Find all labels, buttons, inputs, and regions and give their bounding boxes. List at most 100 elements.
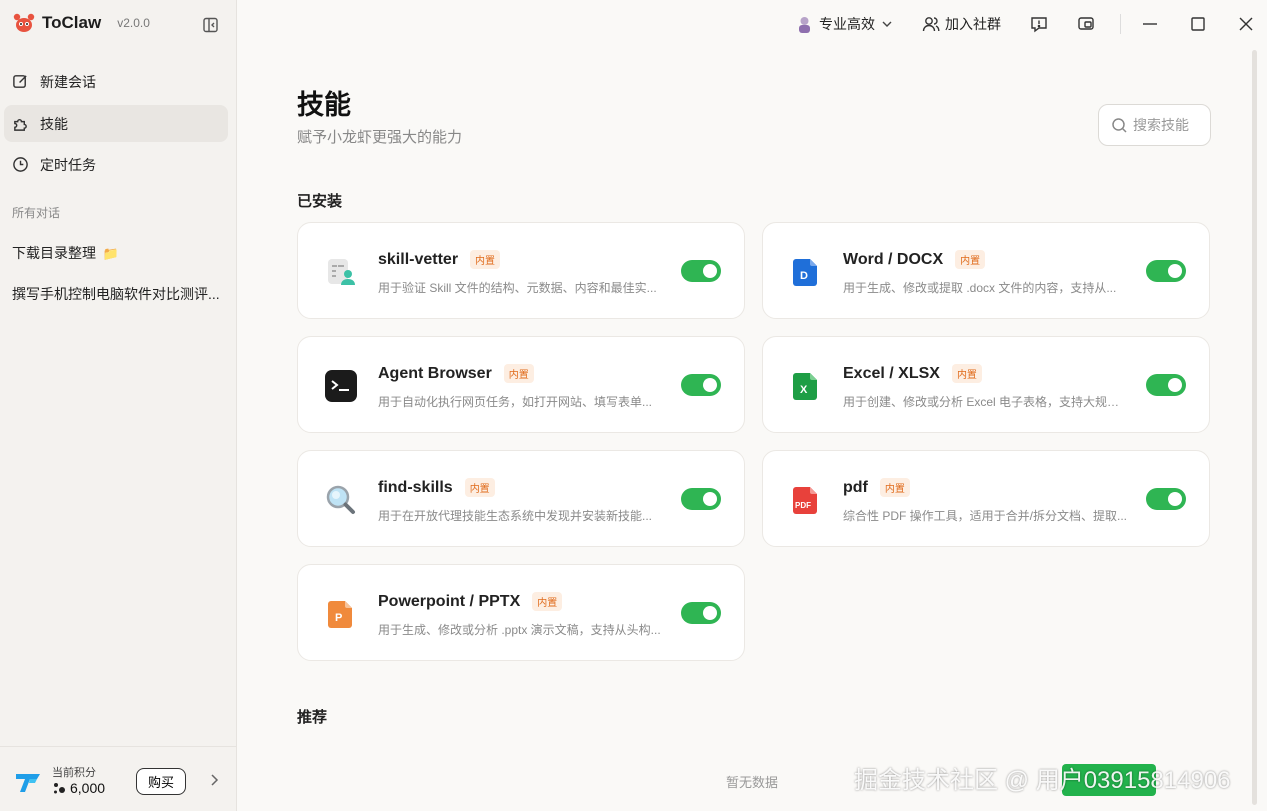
page-subtitle: 赋予小龙虾更强大的能力 bbox=[297, 129, 463, 146]
empty-state-text: 暂无数据 bbox=[726, 775, 779, 790]
sidebar-collapse-icon[interactable] bbox=[202, 16, 220, 34]
skill-card[interactable]: skill-vetter 内置 用于验证 Skill 文件的结构、元数据、内容和… bbox=[297, 222, 745, 319]
join-community-label: 加入社群 bbox=[945, 16, 1001, 32]
main-scrollbar[interactable] bbox=[1252, 50, 1257, 805]
skill-name-row: Powerpoint / PPTX 内置 bbox=[378, 592, 563, 611]
skill-name: skill-vetter bbox=[378, 250, 459, 268]
folder-emoji-icon: 📁 bbox=[102, 246, 120, 261]
conversation-item[interactable]: 下载目录整理 📁 bbox=[12, 243, 119, 263]
svg-text:P: P bbox=[335, 612, 342, 624]
skill-description: 用于自动化执行网页任务，如打开网站、填写表单... bbox=[378, 395, 653, 409]
sidebar: ToClaw v2.0.0 新建会话 技能 定时任务 所有对话 下载目录整理 📁… bbox=[0, 0, 237, 811]
brand: ToClaw v2.0.0 bbox=[12, 11, 150, 35]
skill-enable-toggle[interactable] bbox=[1146, 374, 1186, 396]
sidebar-item-scheduled-tasks[interactable]: 定时任务 bbox=[4, 146, 228, 183]
chevron-right-icon[interactable] bbox=[207, 773, 221, 787]
watermark-text: 掘金技术社区 @ 用户03915814906 bbox=[854, 767, 1231, 794]
conversations-section-label: 所有对话 bbox=[12, 206, 61, 220]
skill-card[interactable]: Agent Browser 内置 用于自动化执行网页任务，如打开网站、填写表单.… bbox=[297, 336, 745, 433]
sidebar-item-label: 定时任务 bbox=[40, 156, 96, 173]
word-icon: D bbox=[793, 259, 817, 286]
skill-name: Word / DOCX bbox=[843, 250, 944, 268]
skill-search-input[interactable] bbox=[1133, 117, 1203, 133]
skill-enable-toggle[interactable] bbox=[681, 602, 721, 624]
edit-icon bbox=[13, 75, 27, 88]
builtin-badge: 内置 bbox=[951, 364, 982, 383]
feedback-icon[interactable] bbox=[1030, 15, 1048, 33]
skill-card[interactable]: find-skills 内置 用于在开放代理技能生态系统中发现并安装新技能... bbox=[297, 450, 745, 547]
users-icon bbox=[922, 17, 940, 32]
window-switch-icon[interactable] bbox=[1077, 15, 1095, 33]
builtin-badge: 内置 bbox=[464, 478, 495, 497]
skill-name-row: Word / DOCX 内置 bbox=[843, 250, 986, 269]
skill-description: 用于生成、修改或分析 .pptx 演示文稿，支持从头构... bbox=[378, 623, 661, 637]
skill-enable-toggle[interactable] bbox=[1146, 488, 1186, 510]
skill-card[interactable]: X Excel / XLSX 内置 用于创建、修改或分析 Excel 电子表格，… bbox=[762, 336, 1210, 433]
points-value-row: 6,000 bbox=[52, 780, 105, 796]
svg-text:D: D bbox=[800, 270, 808, 282]
buy-points-button[interactable]: 购买 bbox=[136, 768, 186, 795]
search-icon bbox=[1112, 117, 1127, 133]
skill-search-box[interactable] bbox=[1098, 104, 1211, 146]
topbar-divider bbox=[1120, 14, 1121, 34]
skill-card[interactable]: P Powerpoint / PPTX 内置 用于生成、修改或分析 .pptx … bbox=[297, 564, 745, 661]
installed-section-title: 已安装 bbox=[297, 193, 343, 210]
builtin-badge: 内置 bbox=[470, 250, 501, 269]
avatar-icon bbox=[799, 16, 810, 33]
skill-name: Powerpoint / PPTX bbox=[378, 592, 521, 610]
builtin-badge: 内置 bbox=[955, 250, 986, 269]
sidebar-item-label: 新建会话 bbox=[40, 73, 96, 90]
app-logo-icon bbox=[13, 13, 35, 32]
skill-name-row: find-skills 内置 bbox=[378, 478, 495, 497]
skill-card[interactable]: PDF pdf 内置 综合性 PDF 操作工具，适用于合并/拆分文档、提取... bbox=[762, 450, 1210, 547]
skill-enable-toggle[interactable] bbox=[681, 374, 721, 396]
minimize-icon[interactable] bbox=[1141, 15, 1159, 33]
skill-card[interactable]: D Word / DOCX 内置 用于生成、修改或提取 .docx 文件的内容，… bbox=[762, 222, 1210, 319]
skill-name-row: Excel / XLSX 内置 bbox=[843, 364, 982, 383]
document-check-icon bbox=[328, 259, 355, 285]
points-logo-icon bbox=[16, 774, 40, 792]
excel-icon: X bbox=[793, 373, 817, 400]
skill-enable-toggle[interactable] bbox=[681, 488, 721, 510]
skill-name: pdf bbox=[843, 478, 868, 496]
puzzle-icon bbox=[14, 119, 27, 131]
skill-enable-toggle[interactable] bbox=[1146, 260, 1186, 282]
skill-name: find-skills bbox=[378, 478, 453, 496]
svg-text:X: X bbox=[800, 384, 808, 396]
conversation-item[interactable]: 撰写手机控制电脑软件对比测评... bbox=[12, 284, 220, 304]
app-name: ToClaw bbox=[42, 13, 102, 32]
skill-description: 用于验证 Skill 文件的结构、元数据、内容和最佳实... bbox=[378, 281, 657, 295]
sidebar-item-skills[interactable]: 技能 bbox=[4, 105, 228, 142]
terminal-icon bbox=[325, 370, 357, 402]
sidebar-item-new-chat[interactable]: 新建会话 bbox=[4, 63, 228, 100]
join-community-button[interactable]: 加入社群 bbox=[922, 14, 1001, 34]
builtin-badge: 内置 bbox=[879, 478, 910, 497]
mode-selector[interactable]: 专业高效 bbox=[797, 14, 893, 34]
mode-label: 专业高效 bbox=[819, 16, 875, 32]
close-icon[interactable] bbox=[1237, 15, 1255, 33]
maximize-icon[interactable] bbox=[1189, 15, 1207, 33]
pdf-icon: PDF bbox=[793, 487, 817, 514]
points-sparkle-icon bbox=[54, 783, 65, 794]
skill-description: 用于生成、修改或提取 .docx 文件的内容，支持从... bbox=[843, 281, 1117, 295]
skill-description: 用于在开放代理技能生态系统中发现并安装新技能... bbox=[378, 509, 653, 523]
builtin-badge: 内置 bbox=[532, 592, 563, 611]
sidebar-item-label: 技能 bbox=[40, 115, 68, 132]
skill-name-row: pdf 内置 bbox=[843, 478, 910, 497]
clock-icon bbox=[13, 157, 28, 172]
skill-name-row: skill-vetter 内置 bbox=[378, 250, 501, 269]
points-value: 6,000 bbox=[70, 780, 106, 796]
magnifier-icon bbox=[326, 485, 355, 514]
builtin-badge: 内置 bbox=[503, 364, 534, 383]
skill-enable-toggle[interactable] bbox=[681, 260, 721, 282]
svg-text:PDF: PDF bbox=[795, 501, 811, 510]
points-panel: 当前积分 6,000 购买 bbox=[0, 746, 236, 811]
skill-description: 用于创建、修改或分析 Excel 电子表格，支持大规模... bbox=[843, 395, 1128, 409]
chevron-down-icon bbox=[882, 21, 892, 27]
skill-description: 综合性 PDF 操作工具，适用于合并/拆分文档、提取... bbox=[843, 509, 1128, 523]
app-version: v2.0.0 bbox=[117, 16, 150, 30]
skill-name: Excel / XLSX bbox=[843, 364, 940, 382]
page-title: 技能 bbox=[297, 90, 351, 120]
recommended-section-title: 推荐 bbox=[297, 709, 328, 726]
powerpoint-icon: P bbox=[328, 601, 352, 628]
